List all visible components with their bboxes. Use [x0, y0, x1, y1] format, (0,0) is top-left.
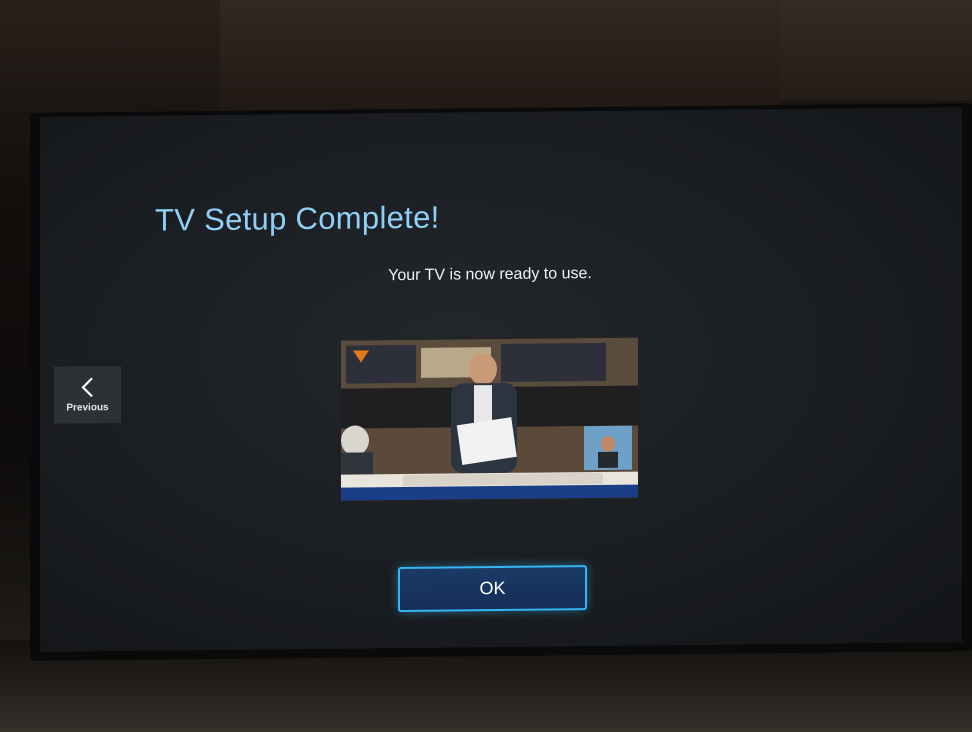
chevron-left-icon: [80, 377, 93, 398]
wall-panel: [220, 0, 780, 110]
wall-panel-right: [780, 0, 972, 100]
tv-screen: TV Setup Complete! Your TV is now ready …: [40, 107, 962, 652]
live-tv-preview: [340, 336, 639, 502]
page-title: TV Setup Complete!: [155, 199, 440, 238]
ready-message: Your TV is now ready to use.: [388, 265, 592, 285]
ok-button[interactable]: OK: [398, 565, 587, 613]
previous-button[interactable]: Previous: [54, 365, 121, 424]
previous-label: Previous: [66, 402, 109, 414]
broadcast-thumbnail: [341, 337, 638, 501]
photo-background: TV Setup Complete! Your TV is now ready …: [0, 0, 972, 732]
